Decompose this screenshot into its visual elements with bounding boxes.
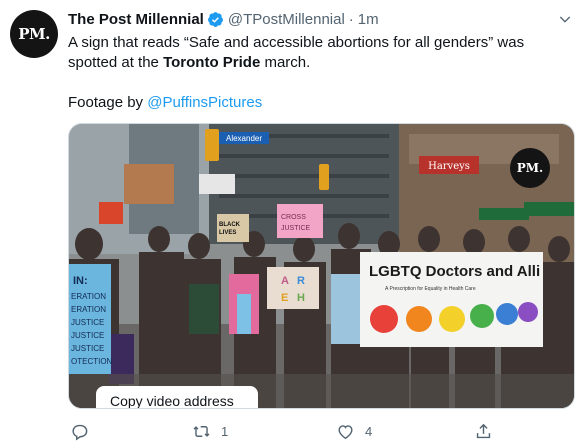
author-handle[interactable]: @TPostMillennial bbox=[228, 11, 345, 28]
svg-text:IN:: IN: bbox=[73, 275, 88, 287]
like-count: 4 bbox=[365, 423, 373, 439]
tweet-header: The Post Millennial @TPostMillennial · 1… bbox=[68, 9, 548, 29]
tweet-actions: 1 4 bbox=[68, 419, 508, 443]
video-frame: Harveys Alexander IN: ERATION ERATION JU… bbox=[69, 124, 574, 408]
street-sign-text: Alexander bbox=[226, 134, 262, 143]
reply-icon bbox=[72, 424, 88, 441]
svg-text:ERATION: ERATION bbox=[71, 292, 106, 301]
reply-button[interactable] bbox=[70, 422, 99, 441]
copy-video-address-button[interactable]: Copy video address bbox=[96, 386, 258, 408]
separator-dot: · bbox=[348, 10, 354, 28]
svg-text:ERATION: ERATION bbox=[71, 305, 106, 314]
banner-text: LGBTQ Doctors and Alli bbox=[369, 263, 540, 280]
svg-text:E: E bbox=[281, 292, 288, 304]
like-button[interactable]: 4 bbox=[336, 422, 372, 441]
share-icon bbox=[476, 423, 491, 438]
svg-text:H: H bbox=[297, 292, 305, 304]
svg-text:JUSTICE: JUSTICE bbox=[281, 225, 311, 232]
retweet-button[interactable]: 1 bbox=[192, 422, 228, 441]
svg-text:A: A bbox=[281, 275, 289, 287]
svg-text:OTECTION: OTECTION bbox=[71, 357, 113, 366]
protest-sign-black bbox=[217, 214, 249, 242]
heart-icon bbox=[338, 424, 353, 439]
svg-text:LIVES: LIVES bbox=[219, 230, 236, 236]
tweet-text: A sign that reads “Safe and accessible a… bbox=[68, 33, 570, 113]
protest-sign-pink bbox=[277, 204, 323, 238]
retweet-icon bbox=[193, 425, 210, 437]
banner-subtext: A Prescription for Equality in Health Ca… bbox=[385, 286, 476, 292]
share-button[interactable] bbox=[474, 422, 493, 441]
watermark-logo: PM. bbox=[510, 148, 550, 188]
timestamp[interactable]: 1m bbox=[358, 11, 379, 28]
svg-text:JUSTICE: JUSTICE bbox=[71, 331, 104, 340]
tweet-paragraph: A sign that reads “Safe and accessible a… bbox=[68, 33, 570, 73]
tweet-video[interactable]: Harveys Alexander IN: ERATION ERATION JU… bbox=[68, 123, 575, 409]
avatar[interactable]: PM. bbox=[10, 10, 58, 58]
footage-prefix: Footage by bbox=[68, 94, 148, 111]
svg-text:R: R bbox=[297, 275, 305, 287]
tweet-text-part2: march. bbox=[260, 54, 311, 71]
svg-text:JUSTICE: JUSTICE bbox=[71, 344, 104, 353]
footage-credit: Footage by @PuffinsPictures bbox=[68, 93, 570, 113]
retweet-count: 1 bbox=[221, 423, 229, 439]
author-name[interactable]: The Post Millennial bbox=[68, 11, 204, 28]
svg-text:CROSS: CROSS bbox=[281, 214, 306, 221]
protest-sign-center bbox=[267, 267, 319, 309]
verified-badge-icon bbox=[207, 11, 223, 27]
svg-text:JUSTICE: JUSTICE bbox=[71, 318, 104, 327]
svg-text:BLACK: BLACK bbox=[219, 222, 241, 228]
store-sign-text: Harveys bbox=[428, 161, 470, 172]
footage-link[interactable]: @PuffinsPictures bbox=[147, 94, 262, 111]
tweet-text-bold: Toronto Pride bbox=[163, 54, 261, 71]
more-options-chevron-icon[interactable] bbox=[556, 10, 574, 28]
